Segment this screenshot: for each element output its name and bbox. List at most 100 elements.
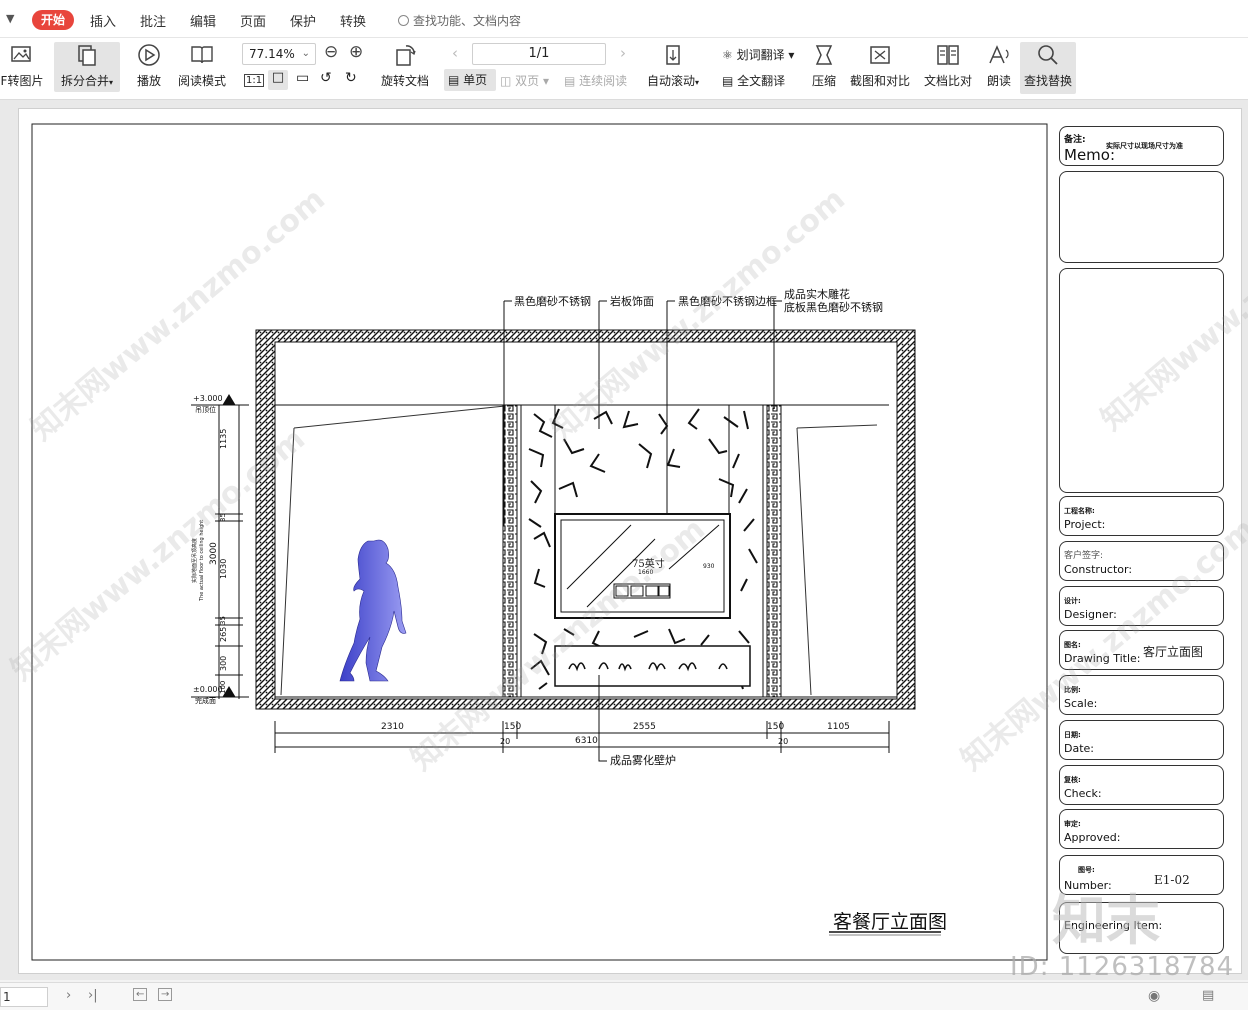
pdf-page: 黑色磨砂不锈钢 岩板饰面 黑色磨砂不锈钢边框 成品实木雕花 底板黑色磨砂不锈钢 …	[18, 108, 1242, 974]
auto-scroll-label: 自动滚动	[646, 74, 695, 88]
search-icon	[398, 15, 409, 26]
vdim-100: 100	[219, 680, 227, 694]
memo-en: Memo:	[1064, 146, 1116, 164]
single-page-button[interactable]: ▤ 单页	[444, 69, 496, 91]
approved-cell: 审定: Approved:	[1059, 809, 1224, 849]
watermark-logo: 知末	[1052, 888, 1160, 952]
number-cn: 图号:	[1078, 866, 1095, 874]
label-slate-veneer: 岩板饰面	[610, 295, 654, 308]
play-button[interactable]: 播放	[132, 42, 166, 89]
level-top-note: 吊顶位	[195, 406, 216, 414]
read-aloud-label: 朗读	[986, 74, 1011, 88]
fit-page-icon[interactable]: □	[268, 70, 288, 90]
rotate-right-icon[interactable]: ↻	[345, 70, 357, 86]
check-cn: 复核:	[1064, 776, 1081, 784]
word-translate-button[interactable]: ⚛ 划词翻译 ▾	[722, 46, 794, 63]
drawing-title-cn: 图名:	[1064, 641, 1081, 649]
double-page-icon: ◫	[500, 74, 516, 88]
page-number-input[interactable]: 1/1	[472, 43, 606, 65]
zoom-select[interactable]: 77.14% ⌄	[242, 43, 316, 65]
full-translate-label: 全文翻译	[737, 74, 786, 88]
status-bar: 1 › ›| ← → ◉ ▤	[0, 982, 1248, 1010]
rotate-left-icon[interactable]: ↺	[320, 70, 332, 86]
scale-cn: 比例:	[1064, 686, 1081, 694]
hdim-1105: 1105	[827, 722, 850, 732]
screenshot-compare-label: 截图和对比	[849, 74, 910, 88]
vdim-1030: 1030	[219, 558, 228, 579]
zoom-out-icon[interactable]: ⊖	[324, 42, 338, 62]
continuous-label: 连续阅读	[579, 74, 628, 88]
approved-en: Approved:	[1064, 831, 1121, 844]
memo-cn: 备注:	[1064, 135, 1086, 145]
read-mode-label: 阅读模式	[177, 74, 226, 88]
compress-button[interactable]: 压缩	[808, 42, 840, 89]
label-black-steel: 黑色磨砂不锈钢	[514, 295, 591, 308]
split-merge-button[interactable]: 拆分合并▾	[54, 42, 120, 92]
hdim-20a: 20	[500, 737, 511, 746]
back-icon[interactable]: ←	[133, 988, 148, 1001]
tab-convert[interactable]: 转换	[340, 11, 366, 30]
continuous-icon: ▤	[564, 74, 580, 88]
double-page-button[interactable]: ◫ 双页 ▾	[500, 72, 549, 89]
full-translate-button[interactable]: ▤ 全文翻译	[722, 72, 785, 89]
pdf-to-image-label: F转图片	[0, 74, 44, 88]
designer-cell: 设计: Designer:	[1059, 586, 1224, 626]
tab-insert[interactable]: 插入	[90, 11, 116, 30]
forward-icon[interactable]: →	[158, 988, 173, 1001]
last-page-icon[interactable]: ›|	[88, 988, 98, 1003]
tab-page[interactable]: 页面	[240, 11, 266, 30]
continuous-read-button[interactable]: ▤ 连续阅读	[564, 72, 627, 89]
hdim-20b: 20	[778, 737, 789, 746]
vdim-265: 265	[219, 626, 228, 642]
book-icon	[191, 46, 213, 64]
auto-scroll-icon	[666, 45, 680, 65]
pdf-to-image-button[interactable]: F转图片	[0, 42, 44, 89]
tab-protect[interactable]: 保护	[290, 11, 316, 30]
rotate-document-button[interactable]: 旋转文档	[378, 42, 432, 89]
memo-cell: 备注: 实际尺寸以现场尺寸为准 Memo:	[1059, 126, 1224, 166]
tab-home[interactable]: 开始	[32, 10, 74, 30]
find-replace-button[interactable]: 查找替换	[1020, 42, 1076, 94]
eye-icon[interactable]: ◉	[1148, 988, 1160, 1004]
doc-compare-button[interactable]: 文档比对	[922, 42, 974, 89]
read-mode-button[interactable]: 阅读模式	[174, 42, 230, 89]
drawing-title: 客餐厅立面图	[833, 911, 948, 933]
find-replace-label: 查找替换	[1023, 74, 1072, 88]
read-aloud-icon	[989, 45, 1009, 64]
screenshot-compare-button[interactable]: 截图和对比	[848, 42, 912, 89]
project-cell: 工程名称: Project:	[1059, 496, 1224, 536]
prev-page-icon[interactable]: ‹	[452, 44, 458, 62]
height-note-cn: 实际地面至吊顶高度	[192, 537, 198, 583]
auto-scroll-button[interactable]: 自动滚动▾	[644, 42, 702, 89]
rotate-document-label: 旋转文档	[380, 74, 429, 88]
split-merge-icon	[78, 45, 96, 66]
project-cn: 工程名称:	[1064, 507, 1095, 515]
constructor-en: Constructor:	[1064, 563, 1133, 576]
feature-search[interactable]: 查找功能、文档内容	[398, 12, 521, 29]
hdim-150b: 150	[767, 722, 785, 732]
document-viewer[interactable]: 黑色磨砂不锈钢 岩板饰面 黑色磨砂不锈钢边框 成品实木雕花 底板黑色磨砂不锈钢 …	[0, 100, 1248, 980]
vdim-35b: 35	[219, 616, 227, 625]
zoom-in-icon[interactable]: ⊕	[349, 42, 363, 62]
read-aloud-button[interactable]: 朗读	[984, 42, 1014, 89]
layout-icon[interactable]: ▤	[1202, 988, 1214, 1003]
next-page-icon[interactable]: ›	[620, 44, 626, 62]
level-bottom-note: 完成面	[195, 697, 216, 705]
tab-edit[interactable]: 编辑	[190, 11, 216, 30]
translate-icon: ⚛	[722, 48, 737, 62]
menu-chevron-icon[interactable]: ▼	[6, 12, 14, 25]
blank-cell-1	[1059, 171, 1224, 263]
page-jump-input[interactable]: 1	[0, 987, 48, 1007]
hdim-2555: 2555	[633, 722, 656, 732]
vdim-total: 3000	[209, 542, 219, 565]
fit-width-icon[interactable]: ▭	[296, 70, 309, 86]
actual-size-button[interactable]: 1:1	[244, 74, 265, 87]
designer-en: Designer:	[1064, 608, 1117, 621]
next-page-icon[interactable]: ›	[66, 988, 71, 1003]
tab-annotate[interactable]: 批注	[140, 11, 166, 30]
tv-size-label: 75英寸	[632, 559, 665, 570]
compress-label: 压缩	[811, 74, 836, 88]
ribbon-tab-bar: ▼ 开始 插入 批注 编辑 页面 保护 转换 查找功能、文档内容	[0, 0, 1248, 38]
watermark-id: ID: 1126318784	[1010, 952, 1235, 982]
drawing-title-cell: 图名: Drawing Title: 客厅立面图	[1059, 630, 1224, 670]
